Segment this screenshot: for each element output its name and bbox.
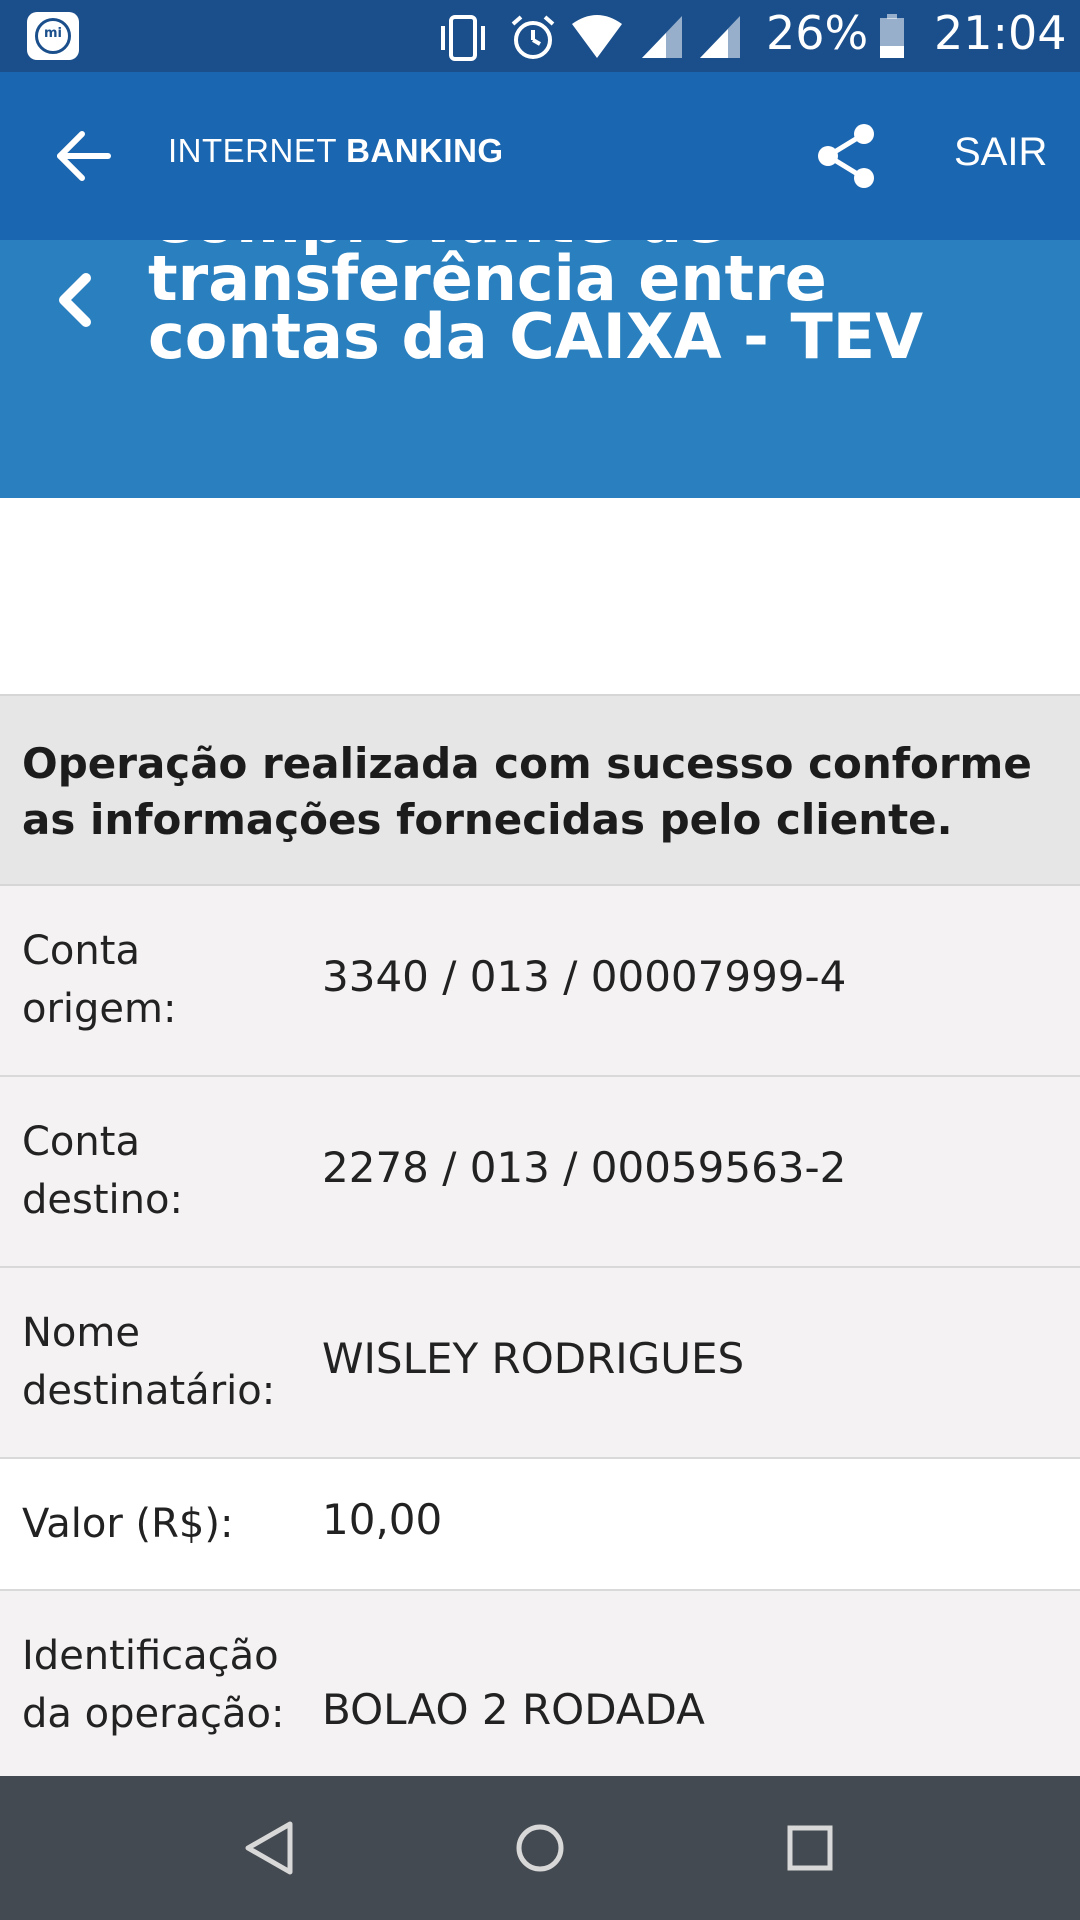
alarm-icon <box>511 15 555 59</box>
detail-label: Identificação da operação: <box>22 1633 285 1737</box>
detail-row-conta-origem: Conta origem: 3340 / 013 / 00007999-4 <box>0 886 1080 1077</box>
details-list: Conta origem: 3340 / 013 / 00007999-4 Co… <box>0 886 1080 1776</box>
nav-recents-icon[interactable] <box>774 1812 846 1884</box>
battery-percent: 26% <box>766 6 869 60</box>
nav-back-icon[interactable] <box>234 1812 306 1884</box>
detail-row-conta-destino: Conta destino: 2278 / 013 / 00059563-2 <box>0 1077 1080 1268</box>
detail-value: BOLAO 2 RODADA <box>322 1685 705 1734</box>
chevron-left-icon[interactable] <box>50 270 100 330</box>
success-message-text: Operação realizada com sucesso conforme … <box>22 739 1032 844</box>
detail-row-identificacao: Identificação da operação: BOLAO 2 RODAD… <box>0 1591 1080 1776</box>
detail-label: Valor (R$): <box>22 1501 234 1547</box>
signal-icon <box>700 16 740 58</box>
app-bar: INTERNET BANKING SAIR <box>0 72 1080 240</box>
vibrate-icon <box>441 15 485 61</box>
sair-button[interactable]: SAIR <box>954 130 1047 175</box>
detail-value: 10,00 <box>322 1495 443 1544</box>
detail-value: WISLEY RODRIGUES <box>322 1334 745 1383</box>
status-bar: mi 26% 21:04 <box>0 0 1080 72</box>
page-title: Comprovante de transferência entre conta… <box>148 240 1048 373</box>
detail-value: 2278 / 013 / 00059563-2 <box>322 1143 847 1192</box>
content-spacer <box>0 498 1080 694</box>
detail-label: Nome destinatário: <box>22 1310 276 1414</box>
screen: mi 26% 21:04 INTERNET BANKING SAIR trans… <box>0 0 1080 1920</box>
system-nav-bar <box>0 1776 1080 1920</box>
brand-logo: INTERNET BANKING <box>168 132 504 170</box>
success-message: Operação realizada com sucesso conforme … <box>0 694 1080 886</box>
page-title-line2: contas da CAIXA - TEV <box>148 300 924 373</box>
detail-row-nome-destinatario: Nome destinatário: WISLEY RODRIGUES <box>0 1268 1080 1459</box>
nav-home-icon[interactable] <box>504 1812 576 1884</box>
back-arrow-icon[interactable] <box>52 124 116 188</box>
detail-label: Conta origem: <box>22 928 177 1032</box>
page-title-band: Comprovante de transferência entre conta… <box>0 240 1080 498</box>
mi-app-icon: mi <box>27 12 79 60</box>
brand-text-light: INTERNET <box>168 132 347 169</box>
brand-text-bold: BANKING <box>346 132 504 169</box>
battery-icon <box>880 14 904 58</box>
detail-value: 3340 / 013 / 00007999-4 <box>322 952 847 1001</box>
wifi-icon <box>572 15 622 58</box>
detail-row-valor: Valor (R$): 10,00 <box>0 1459 1080 1591</box>
clock: 21:04 <box>934 6 1067 60</box>
signal-icon <box>642 16 682 58</box>
share-icon[interactable] <box>810 120 882 192</box>
detail-label: Conta destino: <box>22 1119 183 1223</box>
